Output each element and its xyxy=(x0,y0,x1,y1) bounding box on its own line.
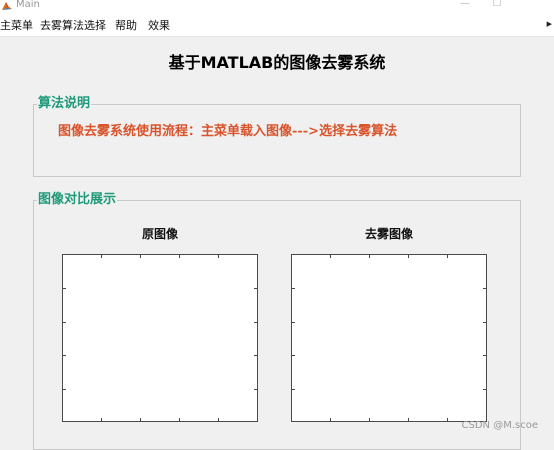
axis-tick xyxy=(218,418,219,421)
axis-tick xyxy=(292,389,295,390)
dehazed-image-axes xyxy=(291,254,487,422)
axis-tick xyxy=(369,255,370,258)
page-title: 基于MATLAB的图像去雾系统 xyxy=(168,53,386,72)
matlab-icon xyxy=(2,2,12,10)
axis-tick xyxy=(447,255,448,258)
axis-tick xyxy=(254,355,257,356)
axis-tick xyxy=(179,418,180,421)
axis-tick xyxy=(330,418,331,421)
axis-tick xyxy=(63,322,66,323)
dehazed-image-label: 去雾图像 xyxy=(364,227,413,241)
chevron-right-icon[interactable]: ▶ xyxy=(547,20,552,28)
menu-main[interactable]: 主菜单 xyxy=(0,19,33,32)
menu-dehaze-algorithm[interactable]: 去雾算法选择 xyxy=(40,19,106,32)
algorithm-description-text: 图像去雾系统使用流程：主菜单载入图像--->选择去雾算法 xyxy=(58,124,398,139)
axis-tick xyxy=(101,255,102,258)
axis-tick xyxy=(140,255,141,258)
axis-tick xyxy=(447,418,448,421)
original-image-axes xyxy=(62,254,258,422)
axis-tick xyxy=(63,389,66,390)
axis-tick xyxy=(292,322,295,323)
axis-tick xyxy=(254,322,257,323)
axis-tick xyxy=(101,418,102,421)
window-title: Main xyxy=(16,0,40,10)
comparison-panel-title: 图像对比展示 xyxy=(37,192,118,208)
axis-tick xyxy=(254,389,257,390)
axis-tick xyxy=(369,418,370,421)
axis-tick xyxy=(179,255,180,258)
menu-effect[interactable]: 效果 xyxy=(148,19,170,32)
axis-tick xyxy=(218,255,219,258)
axis-tick xyxy=(483,355,486,356)
algorithm-panel-title: 算法说明 xyxy=(37,96,92,112)
axis-tick xyxy=(63,355,66,356)
maximize-button[interactable]: ☐ xyxy=(490,0,504,11)
axis-tick xyxy=(483,322,486,323)
watermark: CSDN @M.scoe xyxy=(461,420,538,431)
title-bar: Main — ☐ xyxy=(0,0,554,14)
axis-tick xyxy=(140,418,141,421)
axis-tick xyxy=(408,255,409,258)
axis-tick xyxy=(292,288,295,289)
axis-tick xyxy=(292,355,295,356)
menu-help[interactable]: 帮助 xyxy=(115,19,137,32)
axis-tick xyxy=(254,288,257,289)
original-image-label: 原图像 xyxy=(141,227,178,241)
axis-tick xyxy=(63,288,66,289)
axis-tick xyxy=(330,255,331,258)
minimize-button[interactable]: — xyxy=(458,0,472,11)
algorithm-description-panel: 算法说明 图像去雾系统使用流程：主菜单载入图像--->选择去雾算法 xyxy=(33,96,521,177)
axis-tick xyxy=(483,389,486,390)
axis-tick xyxy=(483,288,486,289)
menu-bar: 主菜单 去雾算法选择 帮助 效果 ▶ xyxy=(0,14,554,37)
axis-tick xyxy=(408,418,409,421)
